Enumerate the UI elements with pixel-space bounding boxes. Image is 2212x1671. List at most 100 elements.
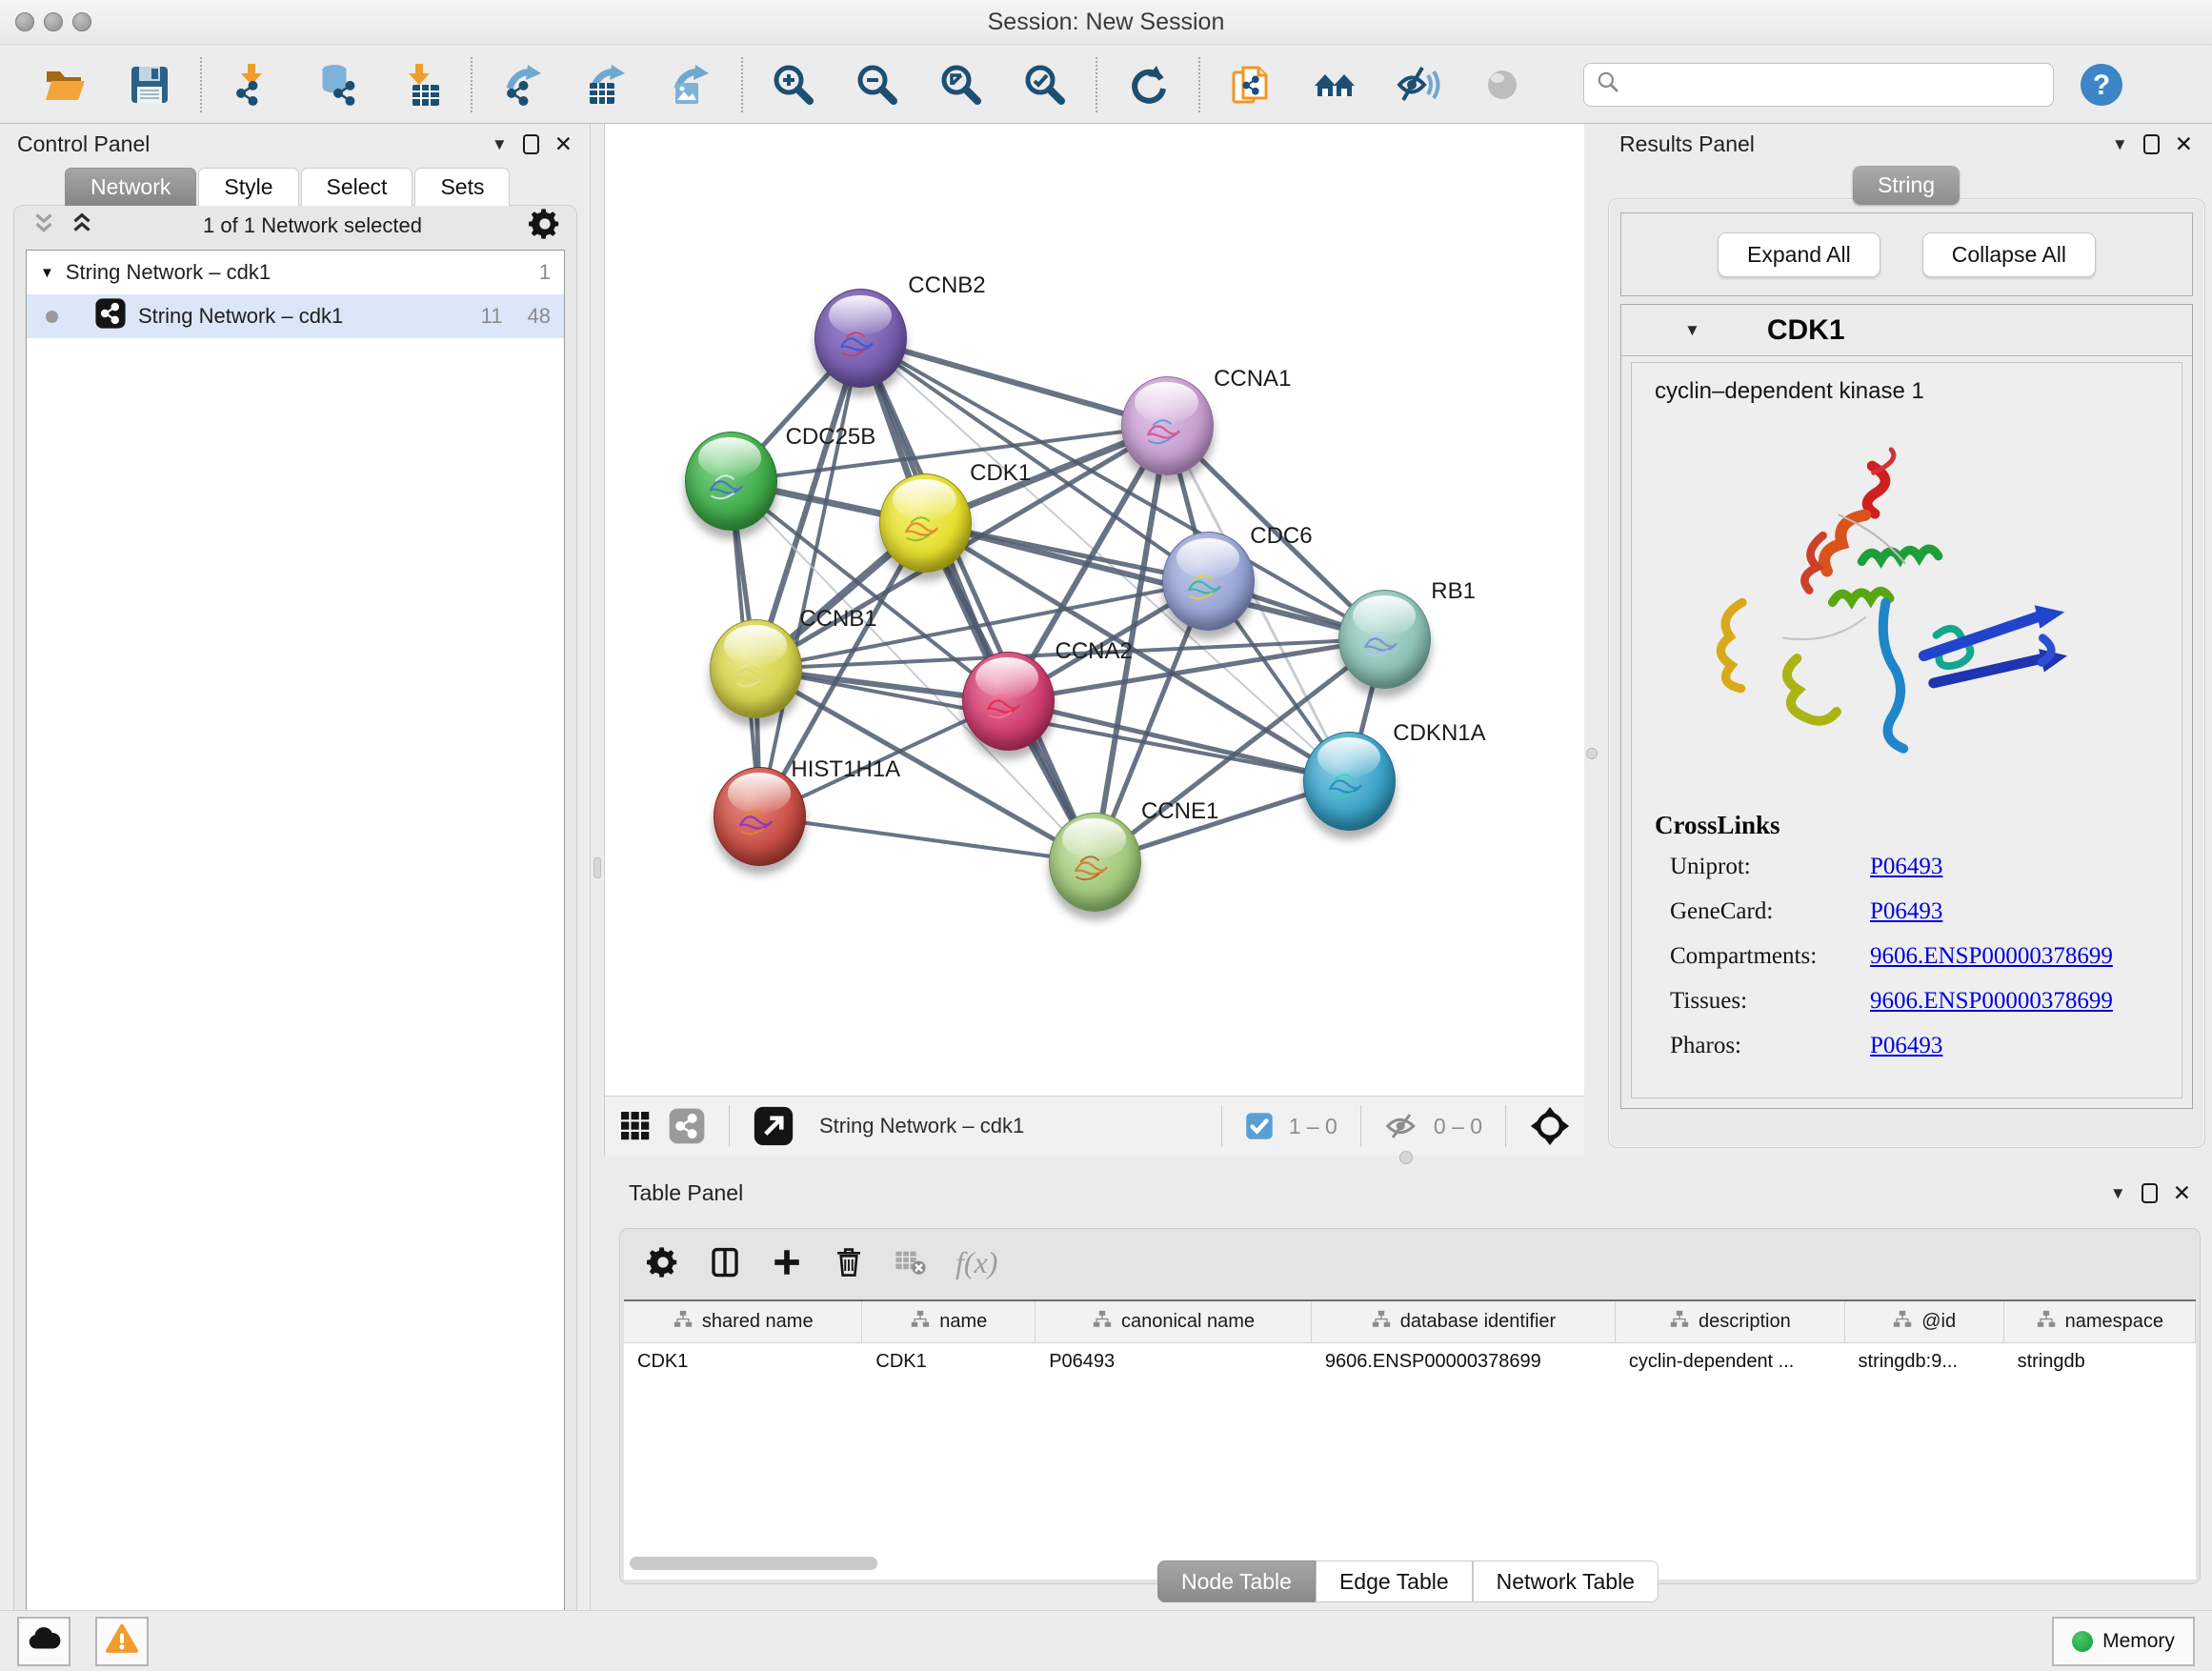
tab-sets[interactable]: Sets (414, 168, 510, 206)
collapse-all-icon[interactable] (30, 210, 58, 243)
hidden-eye-icon[interactable] (1384, 1109, 1418, 1143)
network-node-ccnb2[interactable] (814, 289, 907, 388)
divider-grip[interactable] (593, 857, 601, 878)
table-cell[interactable]: 9606.ENSP00000378699 (1312, 1343, 1616, 1383)
hide-selected-icon[interactable] (1393, 59, 1444, 111)
table-cell[interactable]: P06493 (1036, 1343, 1312, 1383)
export-network-icon[interactable] (497, 59, 549, 111)
column-header-namespace[interactable]: namespace (2004, 1301, 2196, 1342)
panel-float-icon[interactable] (523, 134, 539, 154)
network-edge[interactable] (860, 338, 1095, 862)
network-node-cdc6[interactable] (1162, 532, 1255, 631)
table-cell[interactable]: stringdb (2004, 1343, 2196, 1383)
column-header-canonical-name[interactable]: canonical name (1036, 1301, 1312, 1342)
crosslink-link[interactable]: P06493 (1870, 898, 1942, 925)
network-node-cdkn1a[interactable] (1303, 732, 1396, 831)
panel-menu-icon[interactable]: ▼ (2112, 136, 2128, 152)
zoom-out-icon[interactable] (852, 59, 903, 111)
help-icon[interactable]: ? (2079, 62, 2124, 108)
apply-layout-icon[interactable] (1122, 59, 1174, 111)
zoom-selected-icon[interactable] (1019, 59, 1071, 111)
add-column-icon[interactable] (771, 1246, 803, 1278)
network-edge[interactable] (759, 816, 1095, 862)
zoom-fit-content-icon[interactable] (935, 59, 987, 111)
network-edge[interactable] (860, 338, 1167, 426)
network-edge[interactable] (759, 338, 860, 816)
export-table-icon[interactable] (581, 59, 633, 111)
column-header-database-identifier[interactable]: database identifier (1312, 1301, 1616, 1342)
open-session-icon[interactable] (40, 59, 91, 111)
search-input[interactable] (1628, 72, 2053, 97)
delete-column-icon[interactable] (832, 1245, 866, 1279)
control-panel-divider[interactable] (590, 124, 604, 1610)
network-node-ccna1[interactable] (1121, 376, 1214, 475)
expand-all-icon[interactable] (68, 210, 96, 243)
column-header-name[interactable]: name (862, 1301, 1036, 1342)
save-session-icon[interactable] (124, 59, 175, 111)
string-badge-icon[interactable] (668, 1107, 706, 1145)
tab-style[interactable]: Style (198, 168, 298, 206)
tab-edge-table[interactable]: Edge Table (1316, 1560, 1473, 1602)
panel-close-icon[interactable]: ✕ (2175, 133, 2193, 155)
import-network-from-database-icon[interactable] (311, 59, 362, 111)
panel-menu-icon[interactable]: ▼ (2110, 1185, 2126, 1201)
tab-network-table[interactable]: Network Table (1473, 1560, 1659, 1602)
warnings-button[interactable] (95, 1617, 149, 1666)
selected-checkbox-icon[interactable] (1245, 1112, 1274, 1140)
crosslink-link[interactable]: P06493 (1870, 1033, 1942, 1059)
collapse-caret-icon[interactable]: ▼ (1684, 322, 1700, 338)
crosslink-link[interactable]: P06493 (1870, 854, 1942, 880)
table-cell[interactable]: cyclin-dependent ... (1616, 1343, 1845, 1383)
zoom-in-icon[interactable] (768, 59, 819, 111)
network-node-ccnb1[interactable] (710, 619, 802, 718)
gene-card-header[interactable]: ▼ CDK1 (1621, 305, 2192, 356)
network-node-ccne1[interactable] (1049, 813, 1141, 912)
table-panel-divider-grip[interactable] (1399, 1151, 1413, 1164)
table-cell[interactable]: CDK1 (624, 1343, 862, 1383)
crosslink-link[interactable]: 9606.ENSP00000378699 (1870, 988, 2113, 1015)
gear-icon[interactable] (529, 208, 561, 245)
network-canvas[interactable]: CCNB2CCNA1CDC25BCDK1CDC6RB1CCNB1CCNA2CDK… (604, 124, 1584, 1096)
clone-network-icon[interactable] (1225, 59, 1277, 111)
collapse-all-button[interactable]: Collapse All (1922, 232, 2096, 277)
tab-select[interactable]: Select (301, 168, 413, 206)
panel-close-icon[interactable]: ✕ (2173, 1182, 2191, 1204)
show-columns-icon[interactable] (708, 1245, 742, 1279)
network-node-cdc25b[interactable] (685, 432, 777, 531)
results-panel-divider[interactable] (1584, 124, 1600, 1156)
network-node-ccna2[interactable] (962, 652, 1055, 751)
fit-selected-icon[interactable] (1529, 1105, 1571, 1147)
column-header-description[interactable]: description (1616, 1301, 1845, 1342)
cloud-button[interactable] (17, 1617, 70, 1666)
network-row[interactable]: String Network – cdk1 11 48 (27, 294, 564, 338)
search-box[interactable] (1583, 63, 2054, 107)
divider-grip[interactable] (1586, 748, 1598, 759)
tab-network[interactable]: Network (65, 168, 196, 206)
table-row[interactable]: CDK1CDK1P064939606.ENSP00000378699cyclin… (624, 1343, 2196, 1383)
crosslink-link[interactable]: 9606.ENSP00000378699 (1870, 943, 2113, 970)
node-table[interactable]: shared namenamecanonical namedatabase id… (624, 1299, 2196, 1580)
import-table-icon[interactable] (394, 59, 446, 111)
tab-string[interactable]: String (1853, 166, 1960, 205)
tab-node-table[interactable]: Node Table (1157, 1560, 1316, 1602)
network-node-cdk1[interactable] (879, 473, 972, 573)
table-cell[interactable]: CDK1 (862, 1343, 1036, 1383)
panel-menu-icon[interactable]: ▼ (492, 136, 508, 152)
memory-button[interactable]: Memory (2052, 1617, 2195, 1666)
panel-float-icon[interactable] (2142, 1183, 2158, 1203)
import-network-icon[interactable] (227, 59, 278, 111)
table-cell[interactable]: stringdb:9... (1845, 1343, 2004, 1383)
network-edge[interactable] (1008, 701, 1350, 781)
column-header-shared-name[interactable]: shared name (624, 1301, 862, 1342)
open-view-icon[interactable] (753, 1105, 794, 1147)
export-image-icon[interactable] (665, 59, 716, 111)
collapse-caret-icon[interactable]: ▼ (40, 265, 54, 281)
grid-view-icon[interactable] (618, 1109, 653, 1143)
network-collection-row[interactable]: ▼ String Network – cdk1 1 (27, 251, 564, 294)
column-header--id[interactable]: @id (1845, 1301, 2004, 1342)
panel-close-icon[interactable]: ✕ (554, 133, 573, 155)
table-settings-icon[interactable] (647, 1246, 679, 1278)
first-neighbors-icon[interactable] (1309, 59, 1360, 111)
network-node-rb1[interactable] (1338, 590, 1431, 689)
expand-all-button[interactable]: Expand All (1718, 232, 1880, 277)
